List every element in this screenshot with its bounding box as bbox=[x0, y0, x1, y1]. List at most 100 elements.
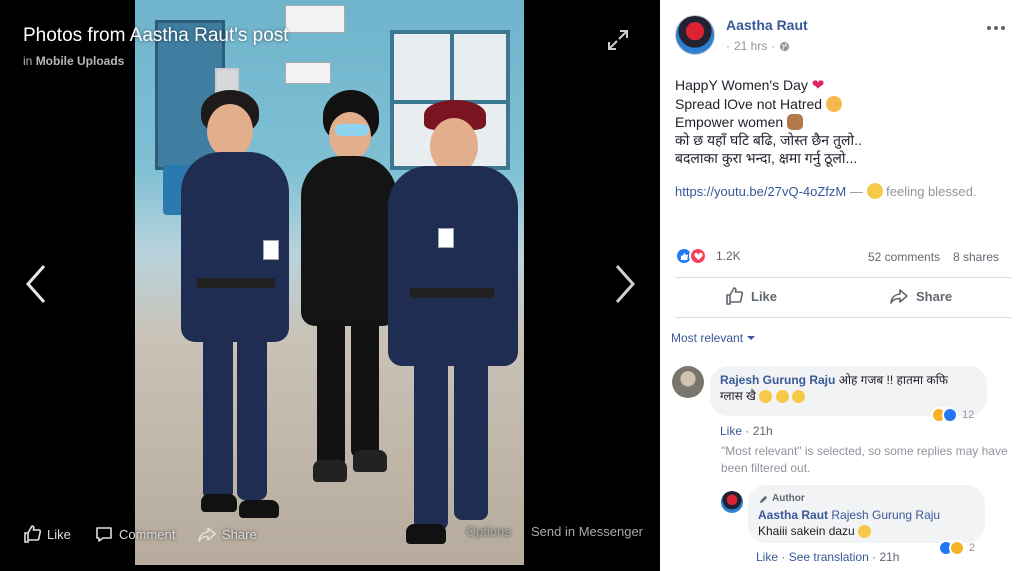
post-text-line-5: बदलाका कुरा भन्दा, क्षमा गर्नु ठूलो... bbox=[675, 150, 858, 166]
like-button[interactable]: Like bbox=[724, 286, 777, 306]
post-text-line: HappY Women's Day ❤ bbox=[675, 76, 1015, 95]
post-text-line-1: HappY Women's Day bbox=[675, 77, 808, 93]
previous-photo-icon[interactable] bbox=[20, 262, 50, 306]
grinning-face-icon bbox=[858, 525, 872, 538]
divider bbox=[675, 277, 1011, 278]
reply-meta: Like · See translation · 21h bbox=[756, 550, 899, 564]
globe-icon[interactable] bbox=[779, 41, 790, 52]
post-text: HappY Women's Day ❤ Spread lOve not Hatr… bbox=[675, 76, 1015, 167]
reply-reactions[interactable]: 2 bbox=[938, 540, 975, 556]
viewer-subtitle: in Mobile Uploads bbox=[23, 54, 124, 68]
like-reaction-icon bbox=[942, 407, 958, 423]
share-icon bbox=[890, 289, 908, 304]
post-text-line-2: Spread lOve not Hatred bbox=[675, 96, 823, 112]
reaction-summary: 1.2K 52 comments 8 shares bbox=[675, 245, 1015, 267]
viewer-like-button[interactable]: Like bbox=[22, 524, 71, 544]
comment: Rajesh Gurung Raju ओह गजब !! हातमा कफि ग… bbox=[672, 366, 1017, 438]
link-dash: — bbox=[849, 184, 863, 199]
comment-reactions[interactable]: 12 bbox=[931, 407, 974, 423]
steam-face-icon bbox=[825, 96, 842, 112]
album-link[interactable]: Mobile Uploads bbox=[36, 54, 125, 68]
reply-author-avatar[interactable] bbox=[721, 491, 743, 513]
pencil-icon bbox=[759, 495, 768, 503]
viewer-options-button[interactable]: Options bbox=[466, 524, 511, 539]
reply-text: Khaiii sakein dazu bbox=[758, 524, 855, 538]
post-panel: Aastha Raut · 21 hrs · HappY Women's Day… bbox=[660, 0, 1026, 571]
post-photo[interactable] bbox=[135, 0, 524, 565]
smiling-face-icon bbox=[791, 390, 805, 403]
author-avatar[interactable] bbox=[675, 15, 715, 55]
grinning-face-icon bbox=[775, 390, 789, 403]
post-header: Aastha Raut · 21 hrs · bbox=[675, 15, 1015, 55]
comments-count[interactable]: 52 comments bbox=[868, 250, 940, 264]
reply-like-link[interactable]: Like bbox=[756, 550, 778, 564]
post-text-line-4: को छ यहाँ घटि बढि, जोस्त छैन तुलो.. bbox=[675, 132, 862, 148]
reply-time[interactable]: 21h bbox=[879, 550, 899, 564]
youtube-link[interactable]: https://youtu.be/27vQ-4oZfzM bbox=[675, 184, 846, 199]
shares-count[interactable]: 8 shares bbox=[953, 250, 999, 264]
comment-text-line-2: ग्लास खै bbox=[720, 389, 756, 403]
love-reaction-icon bbox=[689, 247, 707, 265]
share-button[interactable]: Share bbox=[889, 286, 952, 306]
photo-viewer-page: Photos from Aastha Raut's post in Mobile… bbox=[0, 0, 1026, 571]
viewer-share-label: Share bbox=[222, 526, 257, 542]
raised-fist-icon bbox=[787, 114, 804, 130]
author-tag: Author bbox=[758, 491, 975, 507]
photo-person-left bbox=[175, 90, 295, 530]
filter-note: "Most relevant" is selected, so some rep… bbox=[721, 444, 1008, 475]
reply-meta-separator: · bbox=[781, 550, 789, 564]
comment-sort-dropdown[interactable]: Most relevant bbox=[671, 331, 756, 345]
reply-author[interactable]: Aastha Raut bbox=[758, 508, 828, 522]
reply-comment: Author Aastha Raut Rajesh Gurung Raju Kh… bbox=[721, 485, 1021, 571]
post-author-name[interactable]: Aastha Raut bbox=[726, 17, 808, 33]
share-label: Share bbox=[916, 288, 953, 304]
viewer-options-label: Options bbox=[466, 524, 511, 539]
reply-bubble: Author Aastha Raut Rajesh Gurung Raju Kh… bbox=[748, 485, 985, 543]
viewer-share-button[interactable]: Share bbox=[197, 524, 257, 544]
like-label: Like bbox=[751, 288, 778, 304]
viewer-subtitle-prefix: in bbox=[23, 54, 33, 68]
commenter-avatar[interactable] bbox=[672, 366, 704, 398]
post-meta-separator: · bbox=[771, 39, 776, 53]
reply-reaction-count: 2 bbox=[969, 542, 976, 554]
caret-down-icon bbox=[747, 336, 756, 340]
viewer-action-bar: Like Comment Share Options Send in Messe… bbox=[0, 520, 660, 546]
comment-reaction-count: 12 bbox=[962, 409, 975, 421]
photo-person-right bbox=[380, 100, 520, 560]
comment-meta-separator: · bbox=[745, 424, 753, 438]
reaction-icons[interactable] bbox=[675, 247, 707, 265]
post-meta-separator: · bbox=[726, 39, 730, 53]
send-in-messenger-button[interactable]: Send in Messenger bbox=[531, 524, 643, 539]
post-text-line-3: Empower women bbox=[675, 114, 784, 130]
post-meta: · 21 hrs · bbox=[726, 39, 790, 53]
post-text-line: Empower women bbox=[675, 113, 1015, 131]
thumbs-up-icon bbox=[726, 287, 744, 305]
reaction-count[interactable]: 1.2K bbox=[716, 249, 741, 263]
viewer-comment-button[interactable]: Comment bbox=[94, 524, 175, 544]
comment-like-link[interactable]: Like bbox=[720, 424, 742, 438]
comments-section: Most relevant Rajesh Gurung Raju ओह गजब … bbox=[660, 318, 1026, 571]
thumbs-up-icon bbox=[24, 525, 42, 543]
comment-meta: Like · 21h bbox=[720, 424, 773, 438]
comment-sort-label: Most relevant bbox=[671, 331, 744, 345]
photo-bg-sign bbox=[285, 5, 345, 33]
post-text-line: Spread lOve not Hatred bbox=[675, 95, 1015, 113]
comment-time[interactable]: 21h bbox=[753, 424, 773, 438]
post-time[interactable]: 21 hrs bbox=[734, 39, 767, 53]
send-in-messenger-label: Send in Messenger bbox=[531, 524, 644, 539]
comment-icon bbox=[96, 527, 112, 542]
feeling-text: feeling blessed. bbox=[886, 184, 977, 199]
next-photo-icon[interactable] bbox=[611, 262, 641, 306]
halo-face-icon bbox=[866, 183, 883, 199]
expand-icon[interactable] bbox=[607, 29, 629, 51]
viewer-like-label: Like bbox=[47, 526, 71, 542]
photo-bg-sign bbox=[285, 62, 331, 84]
reply-mention[interactable]: Rajesh Gurung Raju bbox=[831, 508, 940, 522]
red-heart-icon: ❤ bbox=[811, 77, 825, 94]
more-options-icon[interactable] bbox=[985, 23, 1007, 33]
comment-text: ओह गजब !! हातमा कफि bbox=[838, 373, 949, 387]
see-translation-link[interactable]: See translation bbox=[789, 550, 869, 564]
share-icon bbox=[198, 527, 216, 542]
comment-author[interactable]: Rajesh Gurung Raju bbox=[720, 373, 835, 387]
wow-reaction-icon bbox=[949, 540, 965, 556]
